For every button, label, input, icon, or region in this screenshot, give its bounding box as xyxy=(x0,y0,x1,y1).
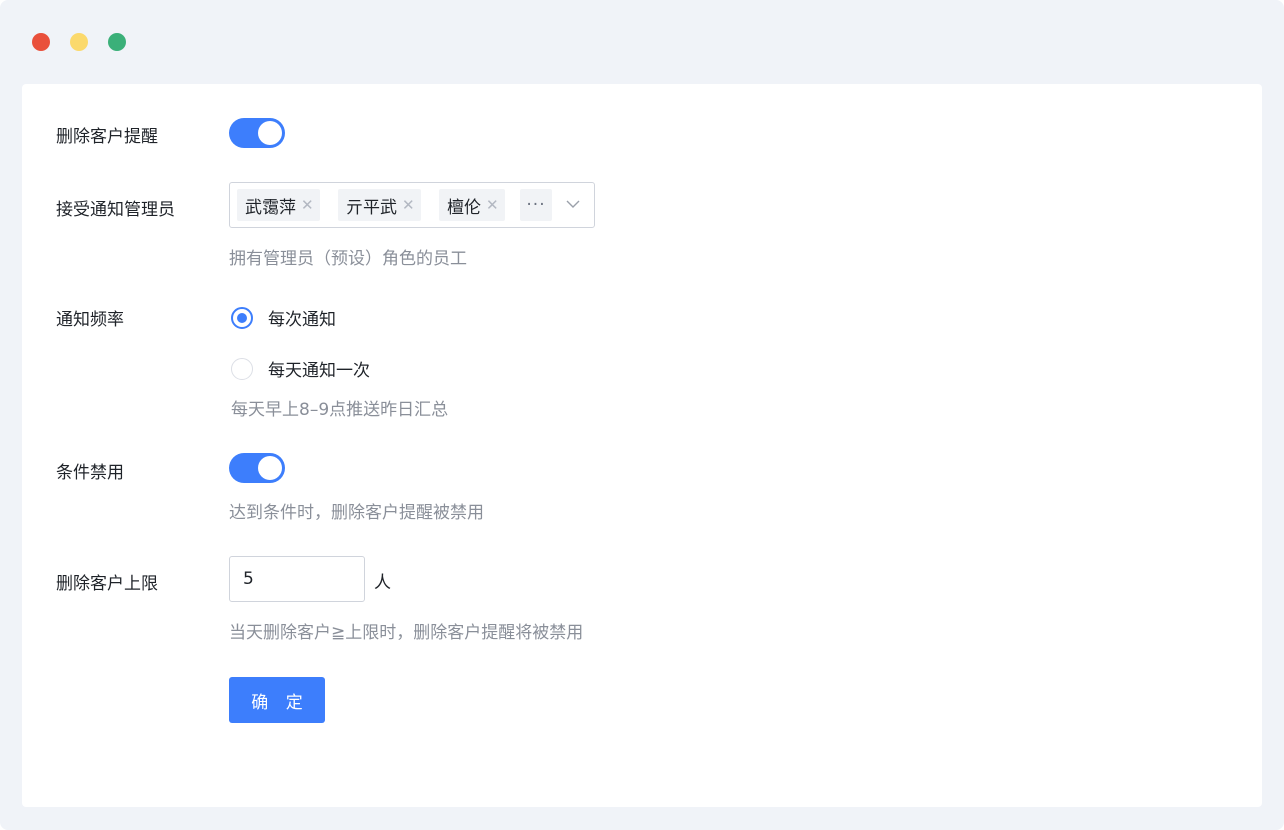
radio-every-time[interactable]: 每次通知 xyxy=(231,305,336,330)
settings-form: 删除客户提醒 接受通知管理员 武霭萍 ✕ 亓平武 ✕ 檀伦 ✕ ··· 拥有管理 xyxy=(22,84,1262,807)
confirm-button[interactable]: 确 定 xyxy=(229,677,325,723)
delete-reminder-label: 删除客户提醒 xyxy=(56,127,158,147)
limit-unit: 人 xyxy=(374,573,391,593)
limit-hint: 当天删除客户≧上限时，删除客户提醒将被禁用 xyxy=(229,623,584,643)
admin-tag-label: 武霭萍 xyxy=(245,197,296,218)
condition-disable-label: 条件禁用 xyxy=(56,463,124,483)
radio-every-time-label: 每次通知 xyxy=(268,310,336,330)
minimize-window-button[interactable] xyxy=(70,33,88,51)
remove-tag-icon[interactable]: ✕ xyxy=(486,196,499,214)
frequency-label: 通知频率 xyxy=(56,310,124,330)
window-controls xyxy=(32,33,126,51)
delete-reminder-toggle[interactable] xyxy=(229,118,285,148)
frequency-hint: 每天早上8–9点推送昨日汇总 xyxy=(231,400,449,420)
admin-tag: 武霭萍 ✕ xyxy=(237,189,320,221)
admin-tag-label: 檀伦 xyxy=(447,197,481,218)
chevron-down-icon[interactable] xyxy=(566,197,580,211)
notify-admins-hint: 拥有管理员（预设）角色的员工 xyxy=(229,249,467,269)
radio-checked-icon xyxy=(231,306,253,329)
condition-disable-toggle[interactable] xyxy=(229,453,285,483)
close-window-button[interactable] xyxy=(32,33,50,51)
admin-select[interactable]: 武霭萍 ✕ 亓平武 ✕ 檀伦 ✕ ··· xyxy=(229,182,595,228)
admin-tag-label: 亓平武 xyxy=(346,197,397,218)
admin-tag: 亓平武 ✕ xyxy=(338,189,421,221)
toggle-knob xyxy=(258,121,282,145)
radio-daily-label: 每天通知一次 xyxy=(268,361,370,381)
remove-tag-icon[interactable]: ✕ xyxy=(402,196,415,214)
limit-label: 删除客户上限 xyxy=(56,574,158,594)
toggle-knob xyxy=(258,456,282,480)
notify-admins-label: 接受通知管理员 xyxy=(56,200,175,220)
app-window: 删除客户提醒 接受通知管理员 武霭萍 ✕ 亓平武 ✕ 檀伦 ✕ ··· 拥有管理 xyxy=(0,0,1284,830)
radio-daily[interactable]: 每天通知一次 xyxy=(231,356,370,381)
condition-disable-hint: 达到条件时，删除客户提醒被禁用 xyxy=(229,503,484,523)
radio-unchecked-icon xyxy=(231,357,253,380)
maximize-window-button[interactable] xyxy=(108,33,126,51)
limit-input[interactable] xyxy=(229,556,365,602)
admin-tag: 檀伦 ✕ xyxy=(439,189,505,221)
remove-tag-icon[interactable]: ✕ xyxy=(301,196,314,214)
more-tags-indicator[interactable]: ··· xyxy=(520,189,552,221)
